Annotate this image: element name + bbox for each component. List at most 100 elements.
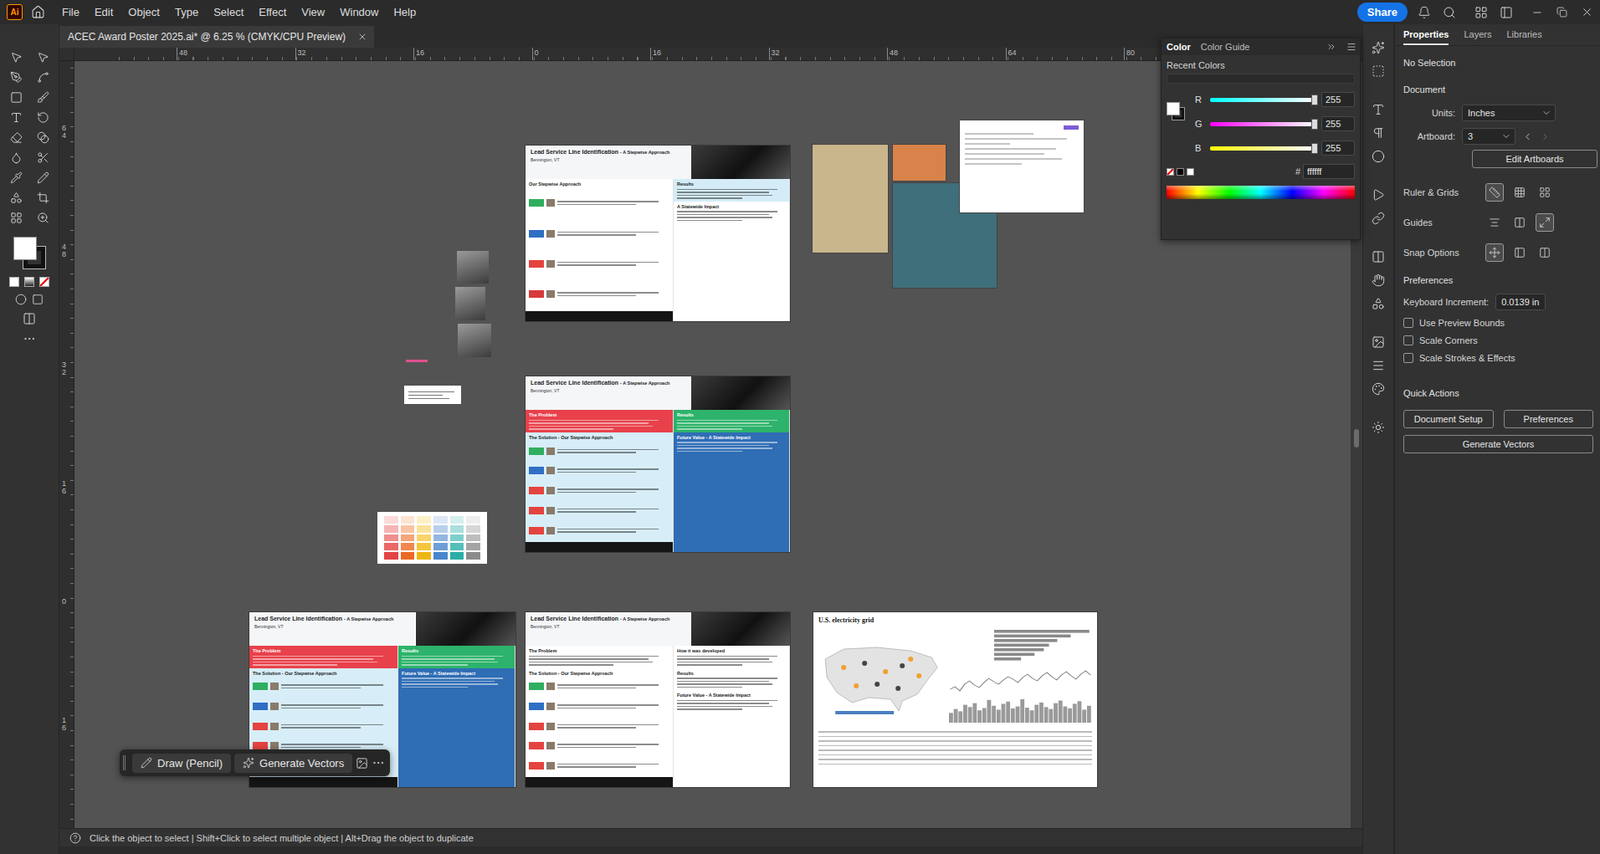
- menu-item[interactable]: Select: [206, 3, 251, 21]
- guide-toggle[interactable]: [1535, 213, 1554, 232]
- color-slider[interactable]: [1210, 122, 1315, 127]
- chevron-down-icon[interactable]: [1501, 131, 1512, 142]
- minimize-icon[interactable]: [1531, 6, 1544, 19]
- puppet-icon[interactable]: [1371, 273, 1385, 288]
- swatches-icon[interactable]: [1371, 382, 1385, 396]
- draw-mode-icon[interactable]: [15, 293, 27, 306]
- document-setup-button[interactable]: Document Setup: [1403, 410, 1494, 429]
- color-swatch-sheet[interactable]: [377, 512, 488, 565]
- selection-icon[interactable]: [10, 51, 23, 64]
- close-icon[interactable]: [1580, 5, 1594, 19]
- collapse-icon[interactable]: [1326, 41, 1337, 52]
- menu-item[interactable]: Type: [168, 3, 206, 21]
- chevron-down-icon[interactable]: [1541, 107, 1552, 118]
- eyedropper-icon[interactable]: [10, 171, 23, 185]
- color-slider[interactable]: [1210, 97, 1315, 103]
- image-trace-icon[interactable]: [1371, 335, 1385, 349]
- snap-icon[interactable]: [1488, 246, 1501, 259]
- snap-toggle[interactable]: [1535, 243, 1554, 262]
- generative-icon[interactable]: [1371, 41, 1385, 55]
- layers-list-icon[interactable]: [1371, 358, 1385, 373]
- white-swatch[interactable]: [1186, 168, 1195, 176]
- draw-pencil-button[interactable]: Draw (Pencil): [132, 753, 231, 774]
- pink-label[interactable]: [405, 359, 428, 363]
- direct-selection-icon[interactable]: [36, 51, 50, 64]
- recent-colors[interactable]: [1166, 73, 1355, 84]
- scissors-icon[interactable]: [36, 151, 50, 165]
- guide-icon[interactable]: [1488, 216, 1501, 229]
- photo-image[interactable]: [456, 251, 489, 284]
- more-icon[interactable]: [371, 756, 385, 770]
- appearance-icon[interactable]: [1371, 64, 1385, 78]
- fill-stroke[interactable]: [10, 235, 49, 271]
- character-icon[interactable]: [1371, 102, 1385, 117]
- panel-tab[interactable]: Libraries: [1506, 29, 1542, 46]
- rotate-icon[interactable]: [36, 111, 50, 124]
- guide-icon[interactable]: [1538, 216, 1551, 229]
- ruler-toggle[interactable]: [1510, 183, 1529, 202]
- menu-item[interactable]: Object: [121, 3, 167, 21]
- vertical-ruler[interactable]: 64483216016: [59, 61, 75, 829]
- snap-toggle[interactable]: [1485, 243, 1504, 262]
- snap-toggle[interactable]: [1510, 243, 1529, 262]
- pencil-icon[interactable]: [140, 757, 153, 770]
- color-spectrum[interactable]: [1166, 185, 1355, 200]
- artboard[interactable]: Lead Service Line Identification- A Step…: [525, 612, 790, 788]
- gradient-mode[interactable]: [24, 276, 35, 288]
- ruler-toggle[interactable]: [1485, 183, 1504, 202]
- ruler-grid-icon[interactable]: [1538, 186, 1551, 199]
- opentype-icon[interactable]: [1371, 149, 1385, 164]
- paintbrush-icon[interactable]: [36, 91, 50, 104]
- ruler-grid-icon[interactable]: [1513, 186, 1526, 199]
- screen-mode-icon[interactable]: [22, 312, 36, 326]
- guide-toggle[interactable]: [1485, 213, 1504, 232]
- eraser-icon[interactable]: [10, 131, 23, 144]
- artboard[interactable]: U.S. electricity grid: [813, 612, 1098, 788]
- symbols-icon[interactable]: [1371, 297, 1385, 311]
- type-icon[interactable]: [10, 111, 23, 124]
- guide-toggle[interactable]: [1510, 213, 1529, 232]
- home-icon[interactable]: [30, 5, 46, 20]
- generate-vectors-button[interactable]: Generate Vectors: [1403, 435, 1594, 454]
- panel-tab[interactable]: Color: [1166, 41, 1191, 52]
- ruler-toggle[interactable]: [1535, 183, 1554, 202]
- checkbox[interactable]: [1403, 317, 1414, 329]
- curvature-icon[interactable]: [36, 71, 50, 84]
- note-text-box[interactable]: [404, 385, 462, 405]
- channel-value[interactable]: 255: [1321, 92, 1355, 108]
- fill-stroke-mini[interactable]: [1166, 90, 1187, 124]
- artboard-icon[interactable]: [36, 191, 50, 205]
- color-mode[interactable]: [9, 276, 20, 288]
- generate-icon[interactable]: [242, 757, 255, 770]
- channel-value[interactable]: 255: [1321, 116, 1355, 132]
- checkbox[interactable]: [1403, 353, 1414, 364]
- search-icon[interactable]: [1442, 5, 1457, 20]
- none-mode[interactable]: [39, 276, 50, 288]
- units-select[interactable]: Inches: [1461, 104, 1556, 122]
- restore-icon[interactable]: [1556, 6, 1568, 18]
- pen-icon[interactable]: [10, 71, 23, 84]
- menu-item[interactable]: Help: [386, 3, 423, 21]
- drag-handle[interactable]: [123, 755, 126, 771]
- snap-icon[interactable]: [1513, 246, 1526, 259]
- edit-artboards-button[interactable]: Edit Artboards: [1471, 149, 1598, 169]
- reference-image[interactable]: [892, 144, 946, 181]
- reference-screenshot[interactable]: [959, 120, 1084, 213]
- menu-item[interactable]: Edit: [87, 3, 120, 21]
- paragraph-icon[interactable]: [1371, 126, 1385, 140]
- panel-tab[interactable]: Layers: [1463, 29, 1492, 46]
- image-options-icon[interactable]: [355, 757, 369, 770]
- bell-icon[interactable]: [1417, 5, 1431, 20]
- panel-tab[interactable]: Properties: [1403, 29, 1449, 46]
- symbol-icon[interactable]: [10, 191, 23, 205]
- reference-image[interactable]: [812, 144, 888, 253]
- black-swatch[interactable]: [1176, 168, 1185, 176]
- none-swatch[interactable]: [1166, 168, 1175, 176]
- brushes-icon[interactable]: [1371, 420, 1385, 435]
- more-tools-icon[interactable]: [22, 332, 36, 346]
- screen-mode-icon[interactable]: [31, 293, 44, 306]
- menu-item[interactable]: Effect: [251, 3, 293, 21]
- channel-value[interactable]: 255: [1321, 140, 1355, 156]
- panel-menu-icon[interactable]: [1346, 41, 1357, 52]
- checkbox-row[interactable]: Scale Strokes & Effects: [1403, 353, 1594, 364]
